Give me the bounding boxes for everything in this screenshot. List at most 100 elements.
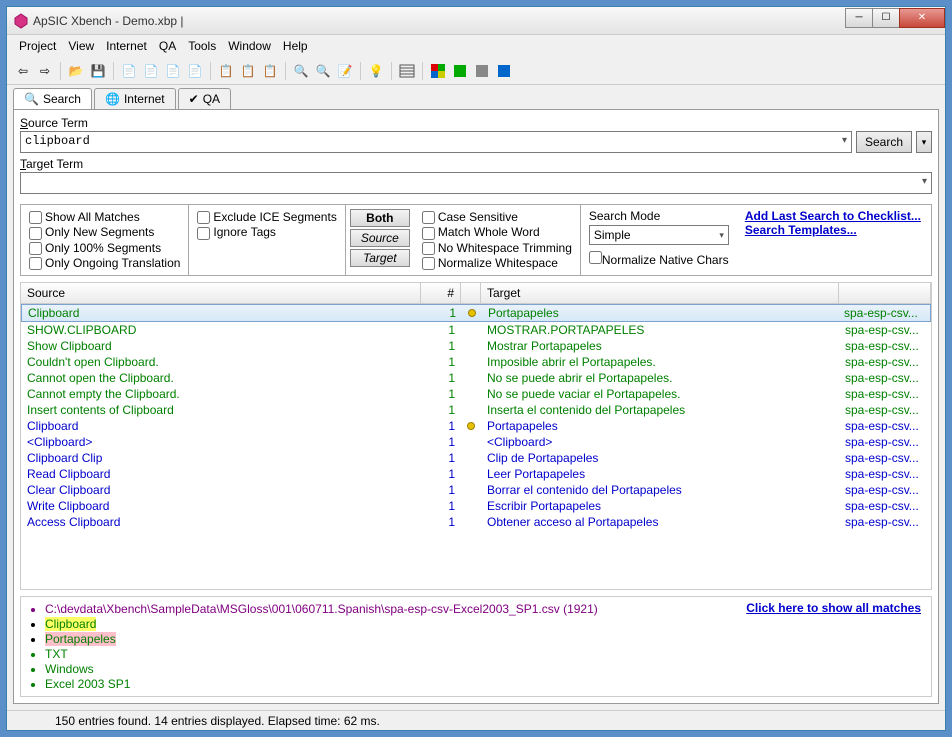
minimize-button[interactable]: ─	[845, 8, 873, 28]
cell-file: spa-esp-csv...	[839, 387, 931, 401]
toolbar-form-icon[interactable]: 📋	[260, 61, 280, 81]
cell-indicator	[461, 403, 481, 417]
table-row[interactable]: Insert contents of Clipboard1Inserta el …	[21, 402, 931, 418]
table-row[interactable]: Cannot empty the Clipboard.1No se puede …	[21, 386, 931, 402]
option-check[interactable]: Show All Matches	[29, 210, 180, 224]
detail-source: Clipboard	[45, 617, 921, 631]
search-button[interactable]: Search	[856, 131, 912, 153]
table-row[interactable]: Clipboard Clip1Clip de Portapapelesspa-e…	[21, 450, 931, 466]
menu-internet[interactable]: Internet	[100, 37, 153, 55]
table-row[interactable]: Clipboard1Portapapelesspa-esp-csv...	[21, 304, 931, 322]
add-checklist-link[interactable]: Add Last Search to Checklist...	[745, 209, 921, 223]
menu-tools[interactable]: Tools	[182, 37, 222, 55]
header-target[interactable]: Target	[481, 283, 839, 303]
target-term-input[interactable]	[20, 172, 932, 194]
toolbar-doc2-icon[interactable]: 📄	[141, 61, 161, 81]
toolbar-sq-gray-icon[interactable]	[472, 61, 492, 81]
normalize-chars-check[interactable]: Normalize Native Chars	[589, 251, 729, 267]
tab-icon: 🌐	[105, 92, 120, 106]
table-row[interactable]: Clear Clipboard1Borrar el contenido del …	[21, 482, 931, 498]
show-all-matches-link[interactable]: Click here to show all matches	[746, 601, 921, 615]
grid-body[interactable]: Clipboard1Portapapelesspa-esp-csv...SHOW…	[20, 304, 932, 590]
toolbar-find-icon[interactable]: 🔍	[313, 61, 333, 81]
cell-file: spa-esp-csv...	[839, 499, 931, 513]
tab-icon: ✔	[189, 92, 199, 106]
option-check[interactable]: Only 100% Segments	[29, 241, 180, 255]
toolbar-bulb-icon[interactable]: 💡	[366, 61, 386, 81]
source-term-label: Source Term	[20, 116, 932, 130]
maximize-button[interactable]: ☐	[872, 8, 900, 28]
both-button[interactable]: Both	[350, 209, 410, 227]
header-source[interactable]: Source	[21, 283, 421, 303]
toolbar-doc4-icon[interactable]: 📄	[185, 61, 205, 81]
table-row[interactable]: Clipboard1Portapapelesspa-esp-csv...	[21, 418, 931, 434]
search-dropdown-button[interactable]: ▾	[916, 131, 932, 153]
menu-view[interactable]: View	[62, 37, 100, 55]
cell-count: 1	[421, 499, 461, 513]
window-title: ApSIC Xbench - Demo.xbp |	[33, 14, 846, 28]
toolbar-copy-icon[interactable]: 📋	[216, 61, 236, 81]
source-button[interactable]: Source	[350, 229, 410, 247]
cell-count: 1	[421, 435, 461, 449]
header-indicator	[461, 283, 481, 303]
table-row[interactable]: Write Clipboard1Escribir Portapapelesspa…	[21, 498, 931, 514]
source-term-input[interactable]: clipboard	[20, 131, 852, 153]
cell-source: Cannot open the Clipboard.	[21, 371, 421, 385]
table-row[interactable]: SHOW.CLIPBOARD1MOSTRAR.PORTAPAPELESspa-e…	[21, 322, 931, 338]
toolbar-list-icon[interactable]: 📋	[238, 61, 258, 81]
cell-count: 1	[421, 371, 461, 385]
cell-target: No se puede abrir el Portapapeles.	[481, 371, 839, 385]
cell-indicator	[461, 467, 481, 481]
cell-count: 1	[421, 323, 461, 337]
toolbar-forward-icon[interactable]: ⇨	[35, 61, 55, 81]
content-panel: Source Term clipboard Search ▾ Target Te…	[13, 109, 939, 704]
target-button[interactable]: Target	[350, 249, 410, 267]
toolbar-back-icon[interactable]: ⇦	[13, 61, 33, 81]
cell-target: Imposible abrir el Portapapeles.	[481, 355, 839, 369]
toolbar-sq-blue-icon[interactable]	[494, 61, 514, 81]
target-term-row: Target Term	[20, 157, 932, 194]
search-templates-link[interactable]: Search Templates...	[745, 223, 921, 237]
tab-internet[interactable]: 🌐Internet	[94, 88, 176, 109]
table-row[interactable]: Cannot open the Clipboard.1 No se puede a…	[21, 370, 931, 386]
option-check[interactable]: Only Ongoing Translation	[29, 256, 180, 270]
toolbar-sq-green-icon[interactable]	[450, 61, 470, 81]
table-row[interactable]: Couldn't open Clipboard.1Imposible abrir…	[21, 354, 931, 370]
tab-search[interactable]: 🔍Search	[13, 88, 92, 109]
table-row[interactable]: <Clipboard>1<Clipboard>spa-esp-csv...	[21, 434, 931, 450]
toolbar-view-icon[interactable]	[397, 61, 417, 81]
scope-buttons: Both Source Target	[346, 205, 414, 275]
table-row[interactable]: Access Clipboard1Obtener acceso al Porta…	[21, 514, 931, 530]
table-row[interactable]: Read Clipboard1Leer Portapapelesspa-esp-…	[21, 466, 931, 482]
search-mode-select[interactable]: Simple▾	[589, 225, 729, 245]
cell-count: 1	[421, 339, 461, 353]
option-check[interactable]: Case Sensitive	[422, 210, 572, 224]
toolbar-note-icon[interactable]: 📝	[335, 61, 355, 81]
option-check[interactable]: No Whitespace Trimming	[422, 241, 572, 255]
option-check[interactable]: Match Whole Word	[422, 225, 572, 239]
option-check[interactable]: Normalize Whitespace	[422, 256, 572, 270]
header-file[interactable]	[839, 283, 931, 303]
menu-window[interactable]: Window	[222, 37, 277, 55]
toolbar-doc3-icon[interactable]: 📄	[163, 61, 183, 81]
toolbar-sq-multi-icon[interactable]	[428, 61, 448, 81]
table-row[interactable]: Show Clipboard1Mostrar Portapapelesspa-e…	[21, 338, 931, 354]
toolbar-open-icon[interactable]: 📂	[66, 61, 86, 81]
menu-qa[interactable]: QA	[153, 37, 182, 55]
option-check[interactable]: Exclude ICE Segments	[197, 210, 336, 224]
toolbar-save-icon[interactable]: 💾	[88, 61, 108, 81]
cell-target: Leer Portapapeles	[481, 467, 839, 481]
toolbar-search-icon[interactable]: 🔍	[291, 61, 311, 81]
cell-indicator	[461, 355, 481, 369]
toolbar-doc1-icon[interactable]: 📄	[119, 61, 139, 81]
cell-file: spa-esp-csv...	[839, 339, 931, 353]
close-button[interactable]: ✕	[899, 8, 945, 28]
menu-project[interactable]: Project	[13, 37, 62, 55]
target-term-label: Target Term	[20, 157, 932, 171]
menu-help[interactable]: Help	[277, 37, 314, 55]
header-count[interactable]: #	[421, 283, 461, 303]
option-check[interactable]: Ignore Tags	[197, 225, 336, 239]
cell-target: Obtener acceso al Portapapeles	[481, 515, 839, 529]
option-check[interactable]: Only New Segments	[29, 225, 180, 239]
tab-qa[interactable]: ✔QA	[178, 88, 231, 109]
